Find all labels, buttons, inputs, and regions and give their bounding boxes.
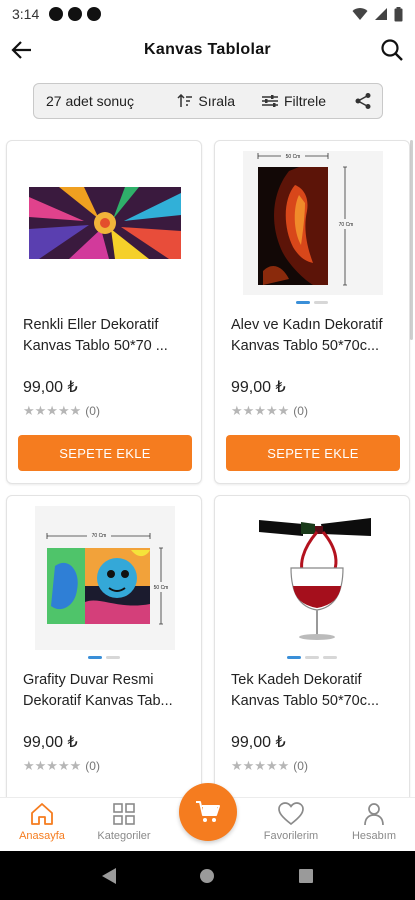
star-rating-icon: ★★★★★ xyxy=(231,758,290,773)
product-rating: ★★★★★ (0) xyxy=(23,403,100,419)
signal-icon xyxy=(375,8,387,20)
graffiti-image: 70 Cm 50 Cm xyxy=(35,506,175,650)
product-price: 99,00 ₺ xyxy=(231,379,286,396)
sort-icon xyxy=(177,94,193,107)
share-icon xyxy=(355,93,371,109)
product-name[interactable]: Tek Kadeh Dekoratif Kanvas Tablo 50*70c.… xyxy=(231,670,399,712)
product-rating: ★★★★★ (0) xyxy=(231,403,308,419)
product-name[interactable]: Renkli Eller Dekoratif Kanvas Tablo 50*7… xyxy=(23,315,191,357)
nav-account[interactable]: Hesabım xyxy=(334,802,414,842)
system-navigation-bar xyxy=(0,851,415,900)
rating-count: (0) xyxy=(293,759,308,773)
dimension-width-label: 70 Cm xyxy=(92,533,107,539)
back-button[interactable] xyxy=(8,36,36,64)
fire-woman-image: 50 Cm 70 Cm xyxy=(243,151,383,295)
product-price: 99,00 ₺ xyxy=(231,734,286,751)
search-button[interactable] xyxy=(377,35,407,65)
product-price: 99,00 ₺ xyxy=(23,379,78,396)
wine-glass-image xyxy=(243,506,383,650)
wifi-icon xyxy=(352,8,368,20)
grid-icon xyxy=(113,803,135,825)
colorful-hands-image xyxy=(29,187,181,259)
nav-account-label: Hesabım xyxy=(351,830,397,842)
nav-favorites[interactable]: Favorilerim xyxy=(251,802,331,842)
scrollbar[interactable] xyxy=(410,140,413,340)
dimension-height-label: 70 Cm xyxy=(339,222,354,228)
image-carousel-indicator xyxy=(215,301,409,304)
page-title: Kanvas Tablolar xyxy=(144,41,271,58)
product-image[interactable]: 50 Cm 70 Cm xyxy=(231,151,395,295)
share-button[interactable] xyxy=(354,92,372,110)
app-bar: Kanvas Tablolar xyxy=(0,28,415,72)
home-circle-icon[interactable] xyxy=(198,867,216,885)
filter-label: Filtrele xyxy=(283,93,326,109)
rating-count: (0) xyxy=(85,404,100,418)
product-price: 99,00 ₺ xyxy=(23,734,78,751)
back-triangle-icon[interactable] xyxy=(101,867,117,885)
sort-button[interactable]: Sırala xyxy=(177,93,235,109)
notification-dots xyxy=(49,7,102,21)
add-to-cart-button[interactable]: SEPETE EKLE xyxy=(226,435,400,471)
shopping-cart-icon xyxy=(196,801,220,822)
dimension-height-label: 50 Cm xyxy=(154,585,169,591)
nav-categories-label: Kategoriler xyxy=(97,830,151,842)
home-icon xyxy=(31,803,53,825)
product-card[interactable]: Renkli Eller Dekoratif Kanvas Tablo 50*7… xyxy=(6,140,202,484)
recents-square-icon[interactable] xyxy=(298,868,314,884)
search-icon xyxy=(381,39,403,61)
product-rating: ★★★★★ (0) xyxy=(23,758,100,774)
star-rating-icon: ★★★★★ xyxy=(231,403,290,418)
add-to-cart-button[interactable]: SEPETE EKLE xyxy=(18,435,192,471)
product-image[interactable]: 70 Cm 50 Cm xyxy=(23,506,187,650)
image-carousel-indicator xyxy=(7,656,201,659)
user-icon xyxy=(364,803,384,826)
dimension-width-label: 50 Cm xyxy=(286,154,301,160)
star-rating-icon: ★★★★★ xyxy=(23,403,82,418)
result-count: 27 adet sonuç xyxy=(46,93,134,109)
nav-home-label: Anasayfa xyxy=(19,830,65,842)
product-image[interactable] xyxy=(23,151,187,295)
rating-count: (0) xyxy=(85,759,100,773)
product-name[interactable]: Alev ve Kadın Dekoratif Kanvas Tablo 50*… xyxy=(231,315,399,357)
status-time: 3:14 xyxy=(12,6,40,22)
nav-categories[interactable]: Kategoriler xyxy=(84,802,164,842)
arrow-left-icon xyxy=(11,41,31,59)
status-icons xyxy=(352,6,403,22)
filter-button[interactable]: Filtrele xyxy=(261,93,326,109)
battery-icon xyxy=(394,6,403,21)
cart-button[interactable] xyxy=(179,783,237,841)
status-bar: 3:14 xyxy=(0,0,415,28)
sort-label: Sırala xyxy=(198,93,235,109)
nav-favorites-label: Favorilerim xyxy=(263,830,319,842)
results-toolbar: 27 adet sonuç Sırala Filtrele xyxy=(33,83,383,119)
product-card[interactable]: 50 Cm 70 Cm Alev ve Kadın Dekoratif Kanv… xyxy=(214,140,410,484)
filter-sliders-icon xyxy=(261,95,278,107)
product-name[interactable]: Grafity Duvar Resmi Dekoratif Kanvas Tab… xyxy=(23,670,191,712)
star-rating-icon: ★★★★★ xyxy=(23,758,82,773)
rating-count: (0) xyxy=(293,404,308,418)
product-image[interactable] xyxy=(231,506,395,650)
product-card[interactable]: 70 Cm 50 Cm Grafity Duvar Resmi Dekorati… xyxy=(6,495,202,839)
product-rating: ★★★★★ (0) xyxy=(231,758,308,774)
heart-icon xyxy=(278,802,304,826)
product-card[interactable]: Tek Kadeh Dekoratif Kanvas Tablo 50*70c.… xyxy=(214,495,410,839)
nav-home[interactable]: Anasayfa xyxy=(2,802,82,842)
image-carousel-indicator xyxy=(215,656,409,659)
